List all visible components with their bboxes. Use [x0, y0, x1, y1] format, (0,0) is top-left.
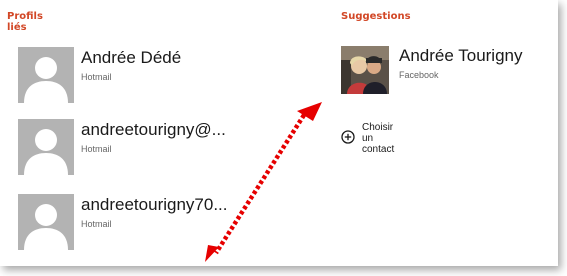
linked-profiles-panel: Profils liés Andrée Dédé Hotmail andreet…	[0, 0, 558, 266]
double-headed-arrow-icon	[205, 102, 322, 262]
